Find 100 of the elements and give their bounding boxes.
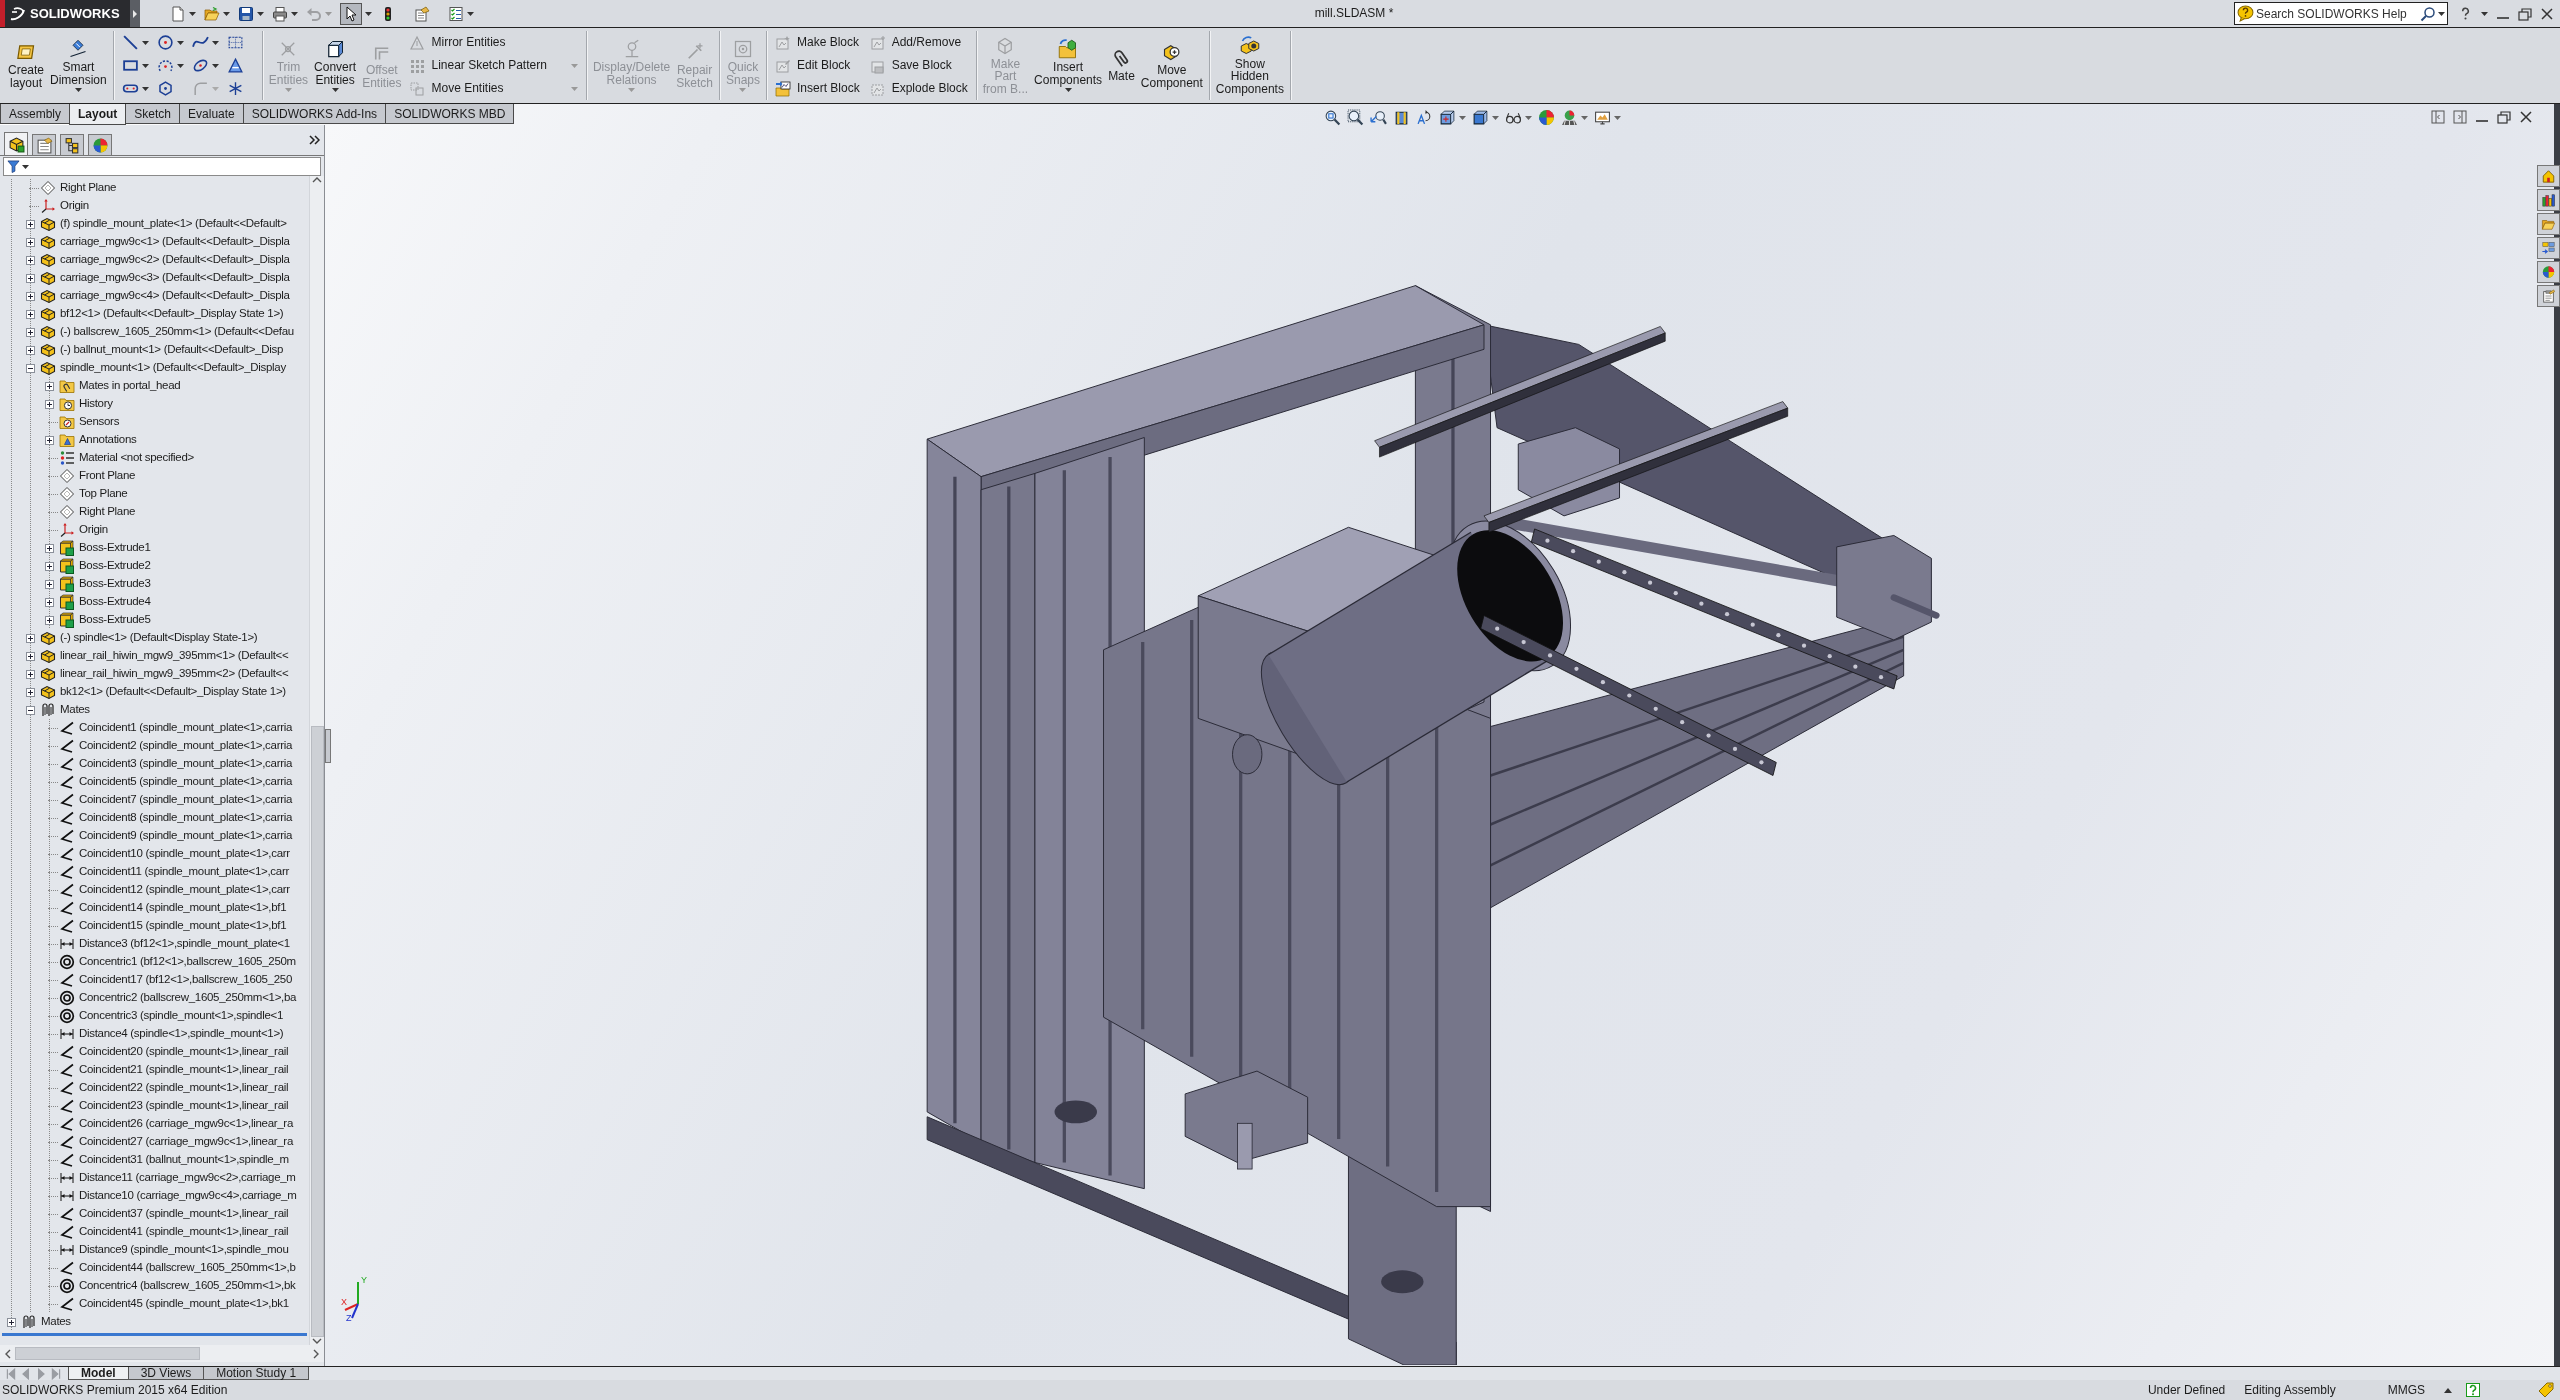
tree-item[interactable]: Right Plane: [21, 179, 117, 197]
color-sphere-icon[interactable]: [1537, 109, 1555, 126]
caret-icon[interactable]: [176, 63, 184, 68]
circle-icon[interactable]: [156, 34, 174, 51]
tree-item[interactable]: Coincident1 (spindle_mount_plate<1>,carria: [40, 719, 293, 737]
scroll-down-icon[interactable]: [312, 1337, 322, 1345]
shaded-cube-icon[interactable]: [1471, 109, 1489, 126]
panel-tab[interactable]: [4, 132, 28, 155]
tree-item[interactable]: Sensors: [40, 413, 120, 431]
tree-item[interactable]: linear_rail_hiwin_mgw9_395mm<2> (Default<<: [21, 665, 289, 683]
tree-item[interactable]: linear_rail_hiwin_mgw9_395mm<1> (Default<<: [21, 647, 289, 665]
new-document-icon[interactable]: [170, 5, 186, 22]
tree-item[interactable]: Right Plane: [40, 503, 136, 521]
expand-icon[interactable]: [25, 669, 35, 679]
tree-item[interactable]: (-) ballscrew_1605_250mm<1> (Default<<Defau: [21, 323, 294, 341]
tree-item[interactable]: Coincident17 (bf12<1>,ballscrew_1605_250: [40, 971, 293, 989]
restore-icon[interactable]: [2518, 6, 2532, 21]
expand-icon[interactable]: [25, 633, 35, 643]
folder-icon[interactable]: [2537, 213, 2560, 235]
splitter-handle[interactable]: [325, 728, 331, 763]
panel-tab[interactable]: [60, 134, 84, 155]
ribbon-button[interactable]: Create layout: [5, 31, 48, 100]
tree-item[interactable]: carriage_mgw9c<3> (Default<<Default>_Displa: [21, 269, 290, 287]
restore-icon[interactable]: [2497, 110, 2511, 124]
tree-item[interactable]: Coincident11 (spindle_mount_plate<1>,carr: [40, 863, 289, 881]
cursor-icon[interactable]: [340, 2, 362, 25]
scroll-right-icon[interactable]: [312, 1348, 320, 1359]
command-tab[interactable]: Assembly: [0, 104, 70, 124]
tree-item[interactable]: bk12<1> (Default<<Default>_Display State 1>): [21, 683, 286, 701]
view-cube-icon[interactable]: [1438, 109, 1456, 126]
zoom-fit-icon[interactable]: [1323, 109, 1341, 126]
expand-icon[interactable]: [25, 255, 35, 265]
tag-icon[interactable]: [2538, 1382, 2554, 1398]
triangle-arrow-icon[interactable]: [1415, 109, 1433, 126]
caret-icon[interactable]: [291, 11, 298, 16]
tree-item[interactable]: Coincident45 (spindle_mount_plate<1>,bk1: [40, 1295, 289, 1313]
ribbon-button[interactable]: Mate: [1105, 31, 1138, 100]
caret-icon[interactable]: [467, 11, 474, 16]
expand-icon[interactable]: [6, 1317, 16, 1327]
sphere-floor-icon[interactable]: [1560, 109, 1578, 126]
monitor-icon[interactable]: [1593, 109, 1611, 126]
expand-icon[interactable]: [25, 237, 35, 247]
tree-item[interactable]: (-) spindle<1> (Default<Display State-1>): [21, 629, 258, 647]
scrollbar-thumb[interactable]: [15, 1347, 200, 1360]
filter-icon[interactable]: [7, 160, 20, 173]
expand-icon[interactable]: [44, 561, 54, 571]
menu-tab[interactable]: [130, 0, 140, 27]
collapse-icon[interactable]: [25, 363, 35, 373]
tree-item[interactable]: Coincident26 (carriage_mgw9c<1>,linear_ra: [40, 1115, 293, 1133]
tree-item[interactable]: (f) spindle_mount_plate<1> (Default<<Default>: [21, 215, 287, 233]
caret-icon[interactable]: [2438, 11, 2445, 16]
tree-item[interactable]: Distance3 (bf12<1>,spindle_mount_plate<1: [40, 935, 290, 953]
caret-up-icon[interactable]: [2444, 1387, 2452, 1393]
caret-icon[interactable]: [211, 63, 219, 68]
magnifier-arrow-icon[interactable]: [1369, 109, 1387, 126]
tree-item[interactable]: Mates in portal_head: [40, 377, 181, 395]
tree-item[interactable]: Coincident22 (spindle_mount<1>,linear_rail: [40, 1079, 289, 1097]
close-icon[interactable]: [2519, 110, 2533, 124]
caret-icon[interactable]: [223, 11, 230, 16]
expand-icon[interactable]: [44, 579, 54, 589]
tree-item[interactable]: Boss-Extrude3: [40, 575, 151, 593]
tree-item[interactable]: carriage_mgw9c<1> (Default<<Default>_Displa: [21, 233, 290, 251]
tree-item[interactable]: Coincident27 (carriage_mgw9c<1>,linear_ra: [40, 1133, 293, 1151]
tree-item[interactable]: Distance9 (spindle_mount<1>,spindle_mou: [40, 1241, 289, 1259]
expand-icon[interactable]: [25, 345, 35, 355]
checklist-icon[interactable]: [448, 5, 464, 22]
caret-icon[interactable]: [1064, 88, 1072, 92]
tree-item[interactable]: Coincident12 (spindle_mount_plate<1>,carr: [40, 881, 290, 899]
ribbon-button[interactable]: Move Component: [1137, 31, 1206, 100]
expand-icon[interactable]: [44, 399, 54, 409]
document-tab[interactable]: 3D Views: [127, 1367, 205, 1380]
expand-icon[interactable]: [44, 435, 54, 445]
tree-item[interactable]: Concentric2 (ballscrew_1605_250mm<1>,ba: [40, 989, 297, 1007]
search-icon[interactable]: [2420, 5, 2436, 22]
triangle-icon[interactable]: [226, 57, 244, 74]
caret-icon[interactable]: [141, 40, 149, 45]
tree-item[interactable]: Boss-Extrude2: [40, 557, 151, 575]
tile-left-icon[interactable]: [2431, 110, 2445, 124]
expand-icon[interactable]: [25, 219, 35, 229]
ribbon-button[interactable]: Insert Components: [1031, 31, 1106, 100]
tree-item[interactable]: bf12<1> (Default<<Default>_Display State 1>): [21, 305, 284, 323]
expand-icon[interactable]: [25, 687, 35, 697]
expand-icon[interactable]: [44, 597, 54, 607]
tree-item[interactable]: (-) ballnut_mount<1> (Default<<Default>_Disp: [21, 341, 283, 359]
horizontal-scrollbar[interactable]: [0, 1345, 324, 1362]
tree-item[interactable]: Material <not specified>: [40, 449, 194, 467]
arc-icon[interactable]: [156, 57, 174, 74]
command-tab[interactable]: SOLIDWORKS MBD: [385, 104, 515, 124]
clipboard-icon[interactable]: [2537, 285, 2560, 307]
tree-item[interactable]: Coincident9 (spindle_mount_plate<1>,carria: [40, 827, 293, 845]
line-icon[interactable]: [121, 34, 139, 51]
tree-item[interactable]: Coincident23 (spindle_mount<1>,linear_rail: [40, 1097, 289, 1115]
tree-item[interactable]: Top Plane: [40, 485, 128, 503]
tree-item[interactable]: Coincident5 (spindle_mount_plate<1>,carria: [40, 773, 293, 791]
home-icon[interactable]: [2537, 165, 2560, 187]
tree-item[interactable]: Concentric4 (ballscrew_1605_250mm<1>,bk: [40, 1277, 296, 1295]
caret-icon[interactable]: [141, 86, 149, 91]
close-icon[interactable]: [2540, 6, 2554, 21]
tree-item[interactable]: Mates: [2, 1313, 71, 1331]
tree-item[interactable]: Distance11 (carriage_mgw9c<2>,carriage_m: [40, 1169, 296, 1187]
